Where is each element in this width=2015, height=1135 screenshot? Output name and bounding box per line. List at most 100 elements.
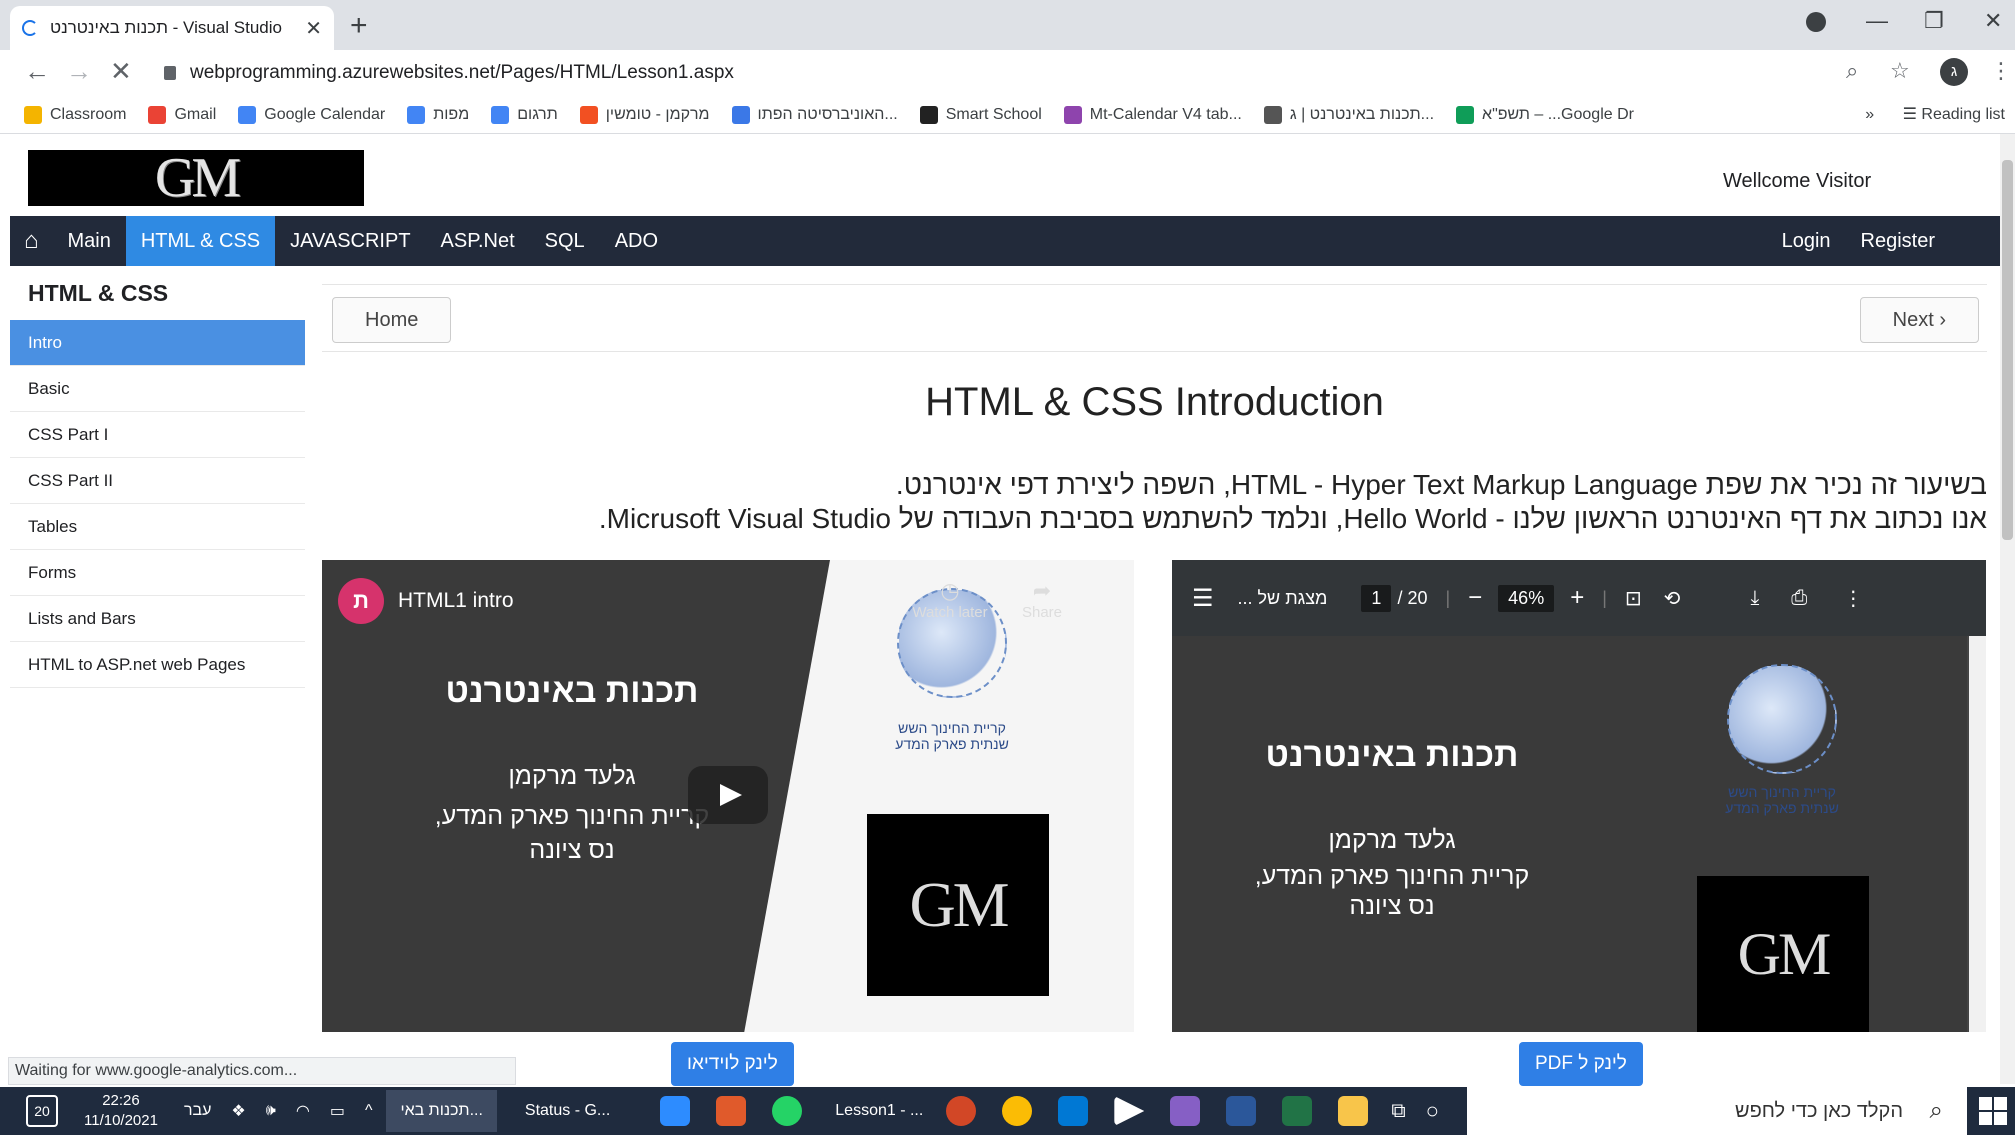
nav-html-css[interactable]: HTML & CSS: [125, 216, 276, 266]
bookmark-item[interactable]: Smart School: [919, 105, 1042, 124]
taskbar-app-status[interactable]: Status - G...: [525, 1102, 610, 1120]
home-button[interactable]: Home: [332, 297, 452, 343]
bookmark-star-icon[interactable]: ☆: [1890, 58, 1910, 84]
new-tab-button[interactable]: +: [350, 10, 368, 42]
language-indicator[interactable]: עבר: [184, 1102, 211, 1120]
register-link[interactable]: Register: [1861, 230, 1935, 253]
pdf-page-count: / 20: [1397, 587, 1428, 608]
visual-studio-icon[interactable]: [1170, 1096, 1201, 1126]
battery-icon[interactable]: ▭: [330, 1101, 345, 1121]
pdf-menu-icon[interactable]: ☰: [1192, 584, 1214, 613]
bookmark-item[interactable]: תרגום: [491, 105, 558, 124]
sidebar-item-tables[interactable]: Tables: [10, 504, 305, 550]
address-bar[interactable]: webprogramming.azurewebsites.net/Pages/H…: [150, 56, 1900, 90]
pdf-link-button[interactable]: לינק ל PDF: [1519, 1042, 1643, 1086]
zoom-in-icon[interactable]: +: [1570, 584, 1584, 612]
sidebar-item-intro[interactable]: Intro: [10, 320, 305, 366]
home-icon[interactable]: ⌂: [10, 216, 53, 266]
pdf-toolbar: ☰ מצגת של ... 1 / 20 | − 46% + | ⊡ ⟲ ⤓ ⎙…: [1172, 560, 1986, 636]
close-tab-icon[interactable]: ✕: [305, 16, 322, 41]
taskbar-app-powerpoint[interactable]: Lesson1 - ...: [835, 1102, 923, 1120]
zoom-app-icon[interactable]: [660, 1096, 691, 1126]
bookmark-item[interactable]: Gmail: [148, 105, 216, 124]
start-windows-icon[interactable]: [1979, 1097, 2007, 1125]
nav-sql[interactable]: SQL: [530, 216, 600, 266]
pdf-scrollbar[interactable]: [1969, 636, 1986, 1032]
notifications-icon[interactable]: 20: [26, 1095, 58, 1127]
restore-icon[interactable]: ❐: [1924, 8, 1944, 34]
watch-later-button[interactable]: ◷ Watch later: [908, 578, 992, 621]
chrome-icon[interactable]: [1002, 1096, 1033, 1126]
whatsapp-icon[interactable]: [772, 1096, 803, 1126]
pdf-page: תכנות באינטרנט גלעד מרקמן קריית החינוך פ…: [1172, 636, 1967, 1032]
word-icon[interactable]: [1226, 1096, 1257, 1126]
rotate-icon[interactable]: ⟲: [1664, 586, 1681, 611]
dropbox-icon[interactable]: ❖: [231, 1101, 245, 1121]
bookmark-icon: [731, 105, 750, 124]
pdf-zoom-input[interactable]: 46%: [1498, 584, 1555, 612]
clock[interactable]: 22:26 11/10/2021: [84, 1091, 158, 1131]
teams-icon[interactable]: [1114, 1096, 1145, 1126]
more-options-icon[interactable]: ⋮: [1843, 586, 1863, 611]
menu-icon[interactable]: ⋮: [1990, 58, 2012, 84]
stop-loading-icon[interactable]: ✕: [110, 56, 132, 87]
sidebar-item-basic[interactable]: Basic: [10, 366, 305, 412]
share-button[interactable]: ➦ Share: [1012, 578, 1072, 621]
excel-icon[interactable]: [1282, 1096, 1313, 1126]
taskbar-app-chrome[interactable]: תכנות באי...: [386, 1090, 497, 1132]
download-icon[interactable]: ⤓: [1750, 587, 1759, 610]
bookmark-item[interactable]: Google Calendar: [238, 105, 385, 124]
sidebar-item-html-to-asp[interactable]: HTML to ASP.net web Pages: [10, 642, 305, 688]
browser-tab[interactable]: תכנות באינטרנט - Visual Studio ✕: [10, 6, 334, 50]
tray-expand-icon[interactable]: ^: [365, 1102, 373, 1120]
nav-asp-net[interactable]: ASP.Net: [426, 216, 530, 266]
task-view-icon[interactable]: ⧉: [1391, 1100, 1405, 1123]
sidebar-item-css-part-2[interactable]: CSS Part II: [10, 458, 305, 504]
nav-javascript[interactable]: JAVASCRIPT: [275, 216, 425, 266]
media-control-icon[interactable]: [1806, 12, 1826, 32]
bookmark-item[interactable]: תכנות באינטרנט | ג...: [1263, 105, 1434, 124]
wifi-icon[interactable]: ◠: [296, 1101, 310, 1121]
back-icon[interactable]: ←: [24, 56, 50, 87]
play-button[interactable]: [688, 766, 768, 824]
sidebar-item-forms[interactable]: Forms: [10, 550, 305, 596]
nav-main[interactable]: Main: [53, 216, 126, 266]
volume-icon[interactable]: 🕪: [266, 1102, 276, 1120]
outlook-icon[interactable]: [1058, 1096, 1089, 1126]
fit-page-icon[interactable]: ⊡: [1625, 586, 1642, 611]
taskbar-search[interactable]: הקלד כאן כדי לחפש ⌕: [1467, 1087, 1967, 1135]
minimize-icon[interactable]: —: [1866, 8, 1888, 34]
print-icon[interactable]: ⎙: [1791, 587, 1807, 610]
sidebar-item-css-part-1[interactable]: CSS Part I: [10, 412, 305, 458]
nav-ado[interactable]: ADO: [600, 216, 673, 266]
sidebar-item-lists-and-bars[interactable]: Lists and Bars: [10, 596, 305, 642]
bookmark-item[interactable]: האוניברסיטה הפתו...: [731, 105, 898, 124]
video-player[interactable]: תכנות באינטרנט גלעד מרקמן קריית החינוך פ…: [322, 560, 1134, 1032]
video-link-button[interactable]: לינק לוידיאו: [671, 1042, 794, 1086]
file-explorer-icon[interactable]: [1338, 1096, 1369, 1126]
cortana-icon[interactable]: ○: [1426, 1098, 1439, 1124]
bookmark-item[interactable]: תשפ"א – ...Google Dr: [1456, 105, 1634, 124]
tab-title: תכנות באינטרנט - Visual Studio: [50, 18, 282, 37]
more-bookmarks-icon[interactable]: »: [1865, 106, 1874, 123]
page-scrollbar-thumb[interactable]: [2002, 160, 2013, 540]
pdf-viewer[interactable]: ☰ מצגת של ... 1 / 20 | − 46% + | ⊡ ⟲ ⤓ ⎙…: [1172, 560, 1986, 1032]
zoom-out-icon[interactable]: −: [1468, 584, 1482, 612]
snip-tool-icon[interactable]: [716, 1096, 747, 1126]
powerpoint-icon[interactable]: [946, 1096, 977, 1126]
video-title[interactable]: HTML1 intro: [398, 589, 514, 613]
bookmark-item[interactable]: מפות: [407, 105, 469, 124]
zoom-icon[interactable]: ⌕: [1846, 58, 1858, 84]
bookmark-item[interactable]: Mt-Calendar V4 tab...: [1063, 105, 1242, 124]
bookmark-item[interactable]: Classroom: [24, 105, 126, 124]
login-link[interactable]: Login: [1782, 230, 1831, 253]
next-button[interactable]: Next ›: [1859, 297, 1979, 343]
profile-avatar[interactable]: ג: [1940, 58, 1968, 86]
bookmark-item[interactable]: מרקמן - טומשין: [579, 105, 710, 124]
site-logo[interactable]: GM: [28, 150, 364, 206]
channel-avatar[interactable]: ת: [338, 578, 384, 624]
reading-list-button[interactable]: » ☰ Reading list: [1865, 104, 2005, 124]
pdf-page-input[interactable]: 1: [1361, 584, 1392, 612]
forward-icon[interactable]: →: [66, 56, 92, 87]
close-window-icon[interactable]: ✕: [1984, 8, 2002, 34]
